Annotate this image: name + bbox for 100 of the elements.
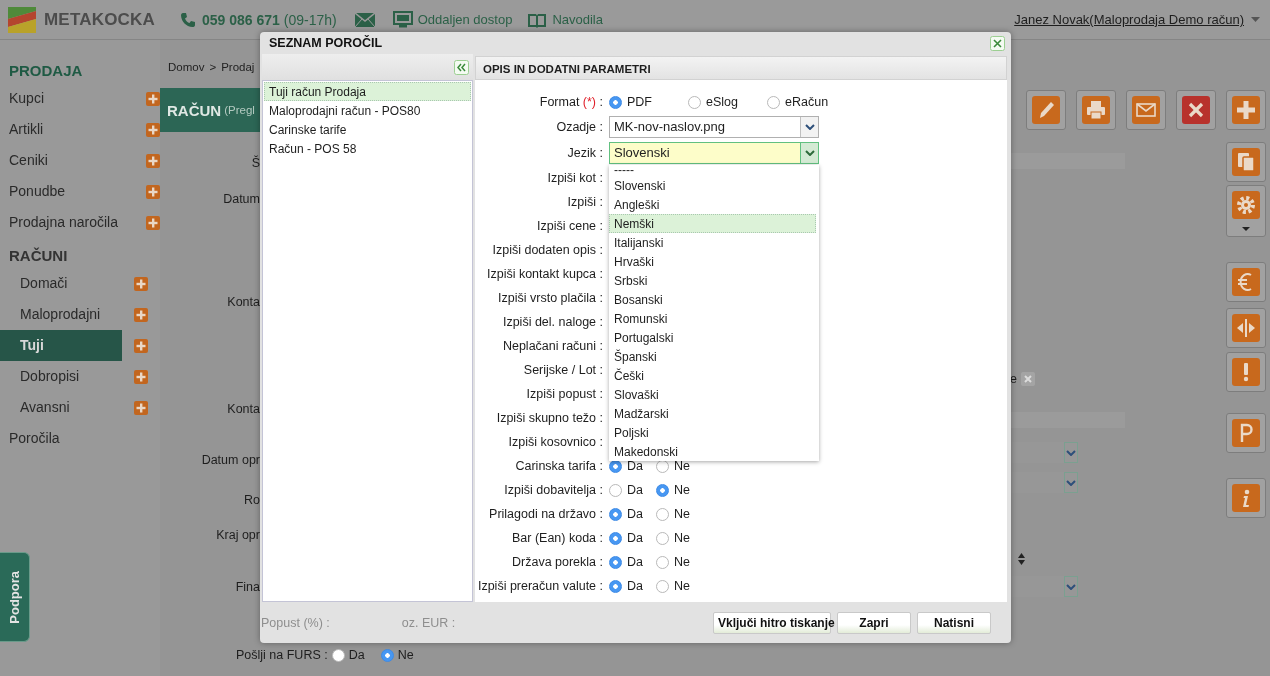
- nav-item[interactable]: Prodajna naročila: [0, 207, 134, 238]
- radio-label[interactable]: Ne: [397, 648, 414, 662]
- warning-button[interactable]: [1226, 352, 1266, 392]
- nav-item[interactable]: Artikli: [0, 114, 134, 145]
- add-button[interactable]: [134, 307, 148, 322]
- add-button[interactable]: [146, 153, 160, 168]
- radio-button[interactable]: [767, 95, 780, 109]
- add-button[interactable]: [146, 91, 160, 106]
- dropdown-option[interactable]: Romunski: [609, 309, 816, 328]
- radio-button[interactable]: [609, 579, 622, 593]
- dropdown-option[interactable]: Angleški: [609, 195, 816, 214]
- parking-button[interactable]: [1226, 413, 1266, 453]
- add-button[interactable]: [134, 338, 148, 353]
- dropdown-option[interactable]: Poljski: [609, 423, 816, 442]
- dropdown-field[interactable]: MK-nov-naslov.png: [609, 116, 819, 138]
- radio-label[interactable]: Da: [627, 483, 643, 497]
- user-account-link[interactable]: Janez Novak(Maloprodaja Demo račun): [1014, 12, 1244, 27]
- nav-item[interactable]: Tuji: [0, 330, 122, 361]
- report-list-item[interactable]: Maloprodajni račun - POS80: [264, 101, 471, 120]
- radio-button[interactable]: [380, 648, 394, 662]
- add-button[interactable]: [134, 400, 148, 415]
- radio-button[interactable]: [609, 507, 622, 521]
- breadcrumb-link[interactable]: Prodaj: [221, 61, 255, 88]
- dropdown-option[interactable]: -----: [609, 165, 816, 176]
- radio-button[interactable]: [656, 579, 669, 593]
- radio-label[interactable]: Ne: [674, 579, 690, 593]
- radio-label[interactable]: Da: [348, 648, 365, 662]
- dialog-button[interactable]: Zapri: [837, 611, 911, 634]
- spinner-arrows-icon[interactable]: [1018, 553, 1025, 565]
- dropdown-option[interactable]: Hrvaški: [609, 252, 816, 271]
- radio-label[interactable]: Da: [627, 555, 643, 569]
- radio-label[interactable]: eSlog: [706, 95, 738, 109]
- dropdown-option[interactable]: Nemški: [609, 214, 816, 233]
- nav-item[interactable]: Domači: [0, 268, 122, 299]
- add-button[interactable]: [134, 369, 148, 384]
- copy-button[interactable]: [1226, 142, 1266, 182]
- dropdown-option[interactable]: Portugalski: [609, 328, 816, 347]
- info-button[interactable]: [1226, 478, 1266, 518]
- radio-button[interactable]: [609, 95, 622, 109]
- nav-item[interactable]: Ceniki: [0, 145, 134, 176]
- caret-icon[interactable]: [1251, 17, 1260, 22]
- radio-label[interactable]: Ne: [674, 459, 690, 473]
- radio-label[interactable]: Da: [627, 531, 643, 545]
- dropdown-option[interactable]: Slovaški: [609, 385, 816, 404]
- breadcrumb-link[interactable]: Domov: [168, 61, 205, 88]
- dialog-button[interactable]: Natisni: [917, 611, 991, 634]
- radio-button[interactable]: [609, 555, 622, 569]
- dropdown-option[interactable]: Češki: [609, 366, 816, 385]
- radio-label[interactable]: Ne: [674, 483, 690, 497]
- dropdown-option[interactable]: Italijanski: [609, 233, 816, 252]
- delete-button[interactable]: [1176, 90, 1216, 130]
- split-button[interactable]: [1226, 308, 1266, 348]
- settings-button[interactable]: [1226, 185, 1266, 237]
- radio-button[interactable]: [609, 483, 622, 497]
- close-icon[interactable]: [990, 35, 1005, 51]
- nav-item[interactable]: Poročila: [0, 423, 160, 454]
- radio-label[interactable]: Da: [627, 507, 643, 521]
- nav-item[interactable]: Avansni: [0, 392, 122, 423]
- radio-label[interactable]: Ne: [674, 555, 690, 569]
- edit-button[interactable]: [1026, 90, 1066, 130]
- dropdown-option[interactable]: Srbski: [609, 271, 816, 290]
- report-list-item[interactable]: Račun - POS 58: [264, 139, 471, 158]
- add-button[interactable]: [146, 215, 160, 230]
- support-tab[interactable]: Podpora: [0, 552, 30, 642]
- dropdown-option[interactable]: Madžarski: [609, 404, 816, 423]
- report-list-item[interactable]: Carinske tarife: [264, 120, 471, 139]
- mail-button[interactable]: [1126, 90, 1166, 130]
- envelope-icon[interactable]: [354, 12, 375, 27]
- radio-button[interactable]: [656, 555, 669, 569]
- close-icon[interactable]: [1020, 372, 1035, 386]
- book-icon[interactable]: [527, 11, 548, 28]
- dropdown-option[interactable]: Bosanski: [609, 290, 816, 309]
- add-button[interactable]: [146, 122, 160, 137]
- radio-label[interactable]: eRačun: [785, 95, 829, 109]
- radio-button[interactable]: [656, 483, 669, 497]
- nav-item[interactable]: Kupci: [0, 83, 134, 114]
- radio-label[interactable]: Ne: [674, 531, 690, 545]
- dropdown-option[interactable]: Slovenski: [609, 176, 816, 195]
- dropdown-option[interactable]: Makedonski: [609, 442, 816, 461]
- input-field[interactable]: [1010, 153, 1125, 169]
- radio-label[interactable]: PDF: [627, 95, 652, 109]
- double-chevron-left-icon[interactable]: [454, 59, 469, 75]
- input-field[interactable]: [1010, 412, 1125, 428]
- radio-button[interactable]: [331, 648, 345, 662]
- radio-button[interactable]: [656, 531, 669, 545]
- nav-item[interactable]: Maloprodajni: [0, 299, 122, 330]
- radio-label[interactable]: Da: [627, 579, 643, 593]
- print-button[interactable]: [1076, 90, 1116, 130]
- report-list-item[interactable]: Tuji račun Prodaja: [264, 82, 471, 101]
- radio-button[interactable]: [656, 507, 669, 521]
- nav-item[interactable]: Dobropisi: [0, 361, 122, 392]
- radio-button[interactable]: [609, 531, 622, 545]
- dropdown-option[interactable]: Španski: [609, 347, 816, 366]
- monitor-icon[interactable]: [392, 11, 413, 28]
- euro-button[interactable]: [1226, 262, 1266, 302]
- nav-item[interactable]: Ponudbe: [0, 176, 134, 207]
- add-button[interactable]: [1226, 90, 1266, 130]
- radio-label[interactable]: Ne: [674, 507, 690, 521]
- radio-button[interactable]: [688, 95, 701, 109]
- add-button[interactable]: [146, 184, 160, 199]
